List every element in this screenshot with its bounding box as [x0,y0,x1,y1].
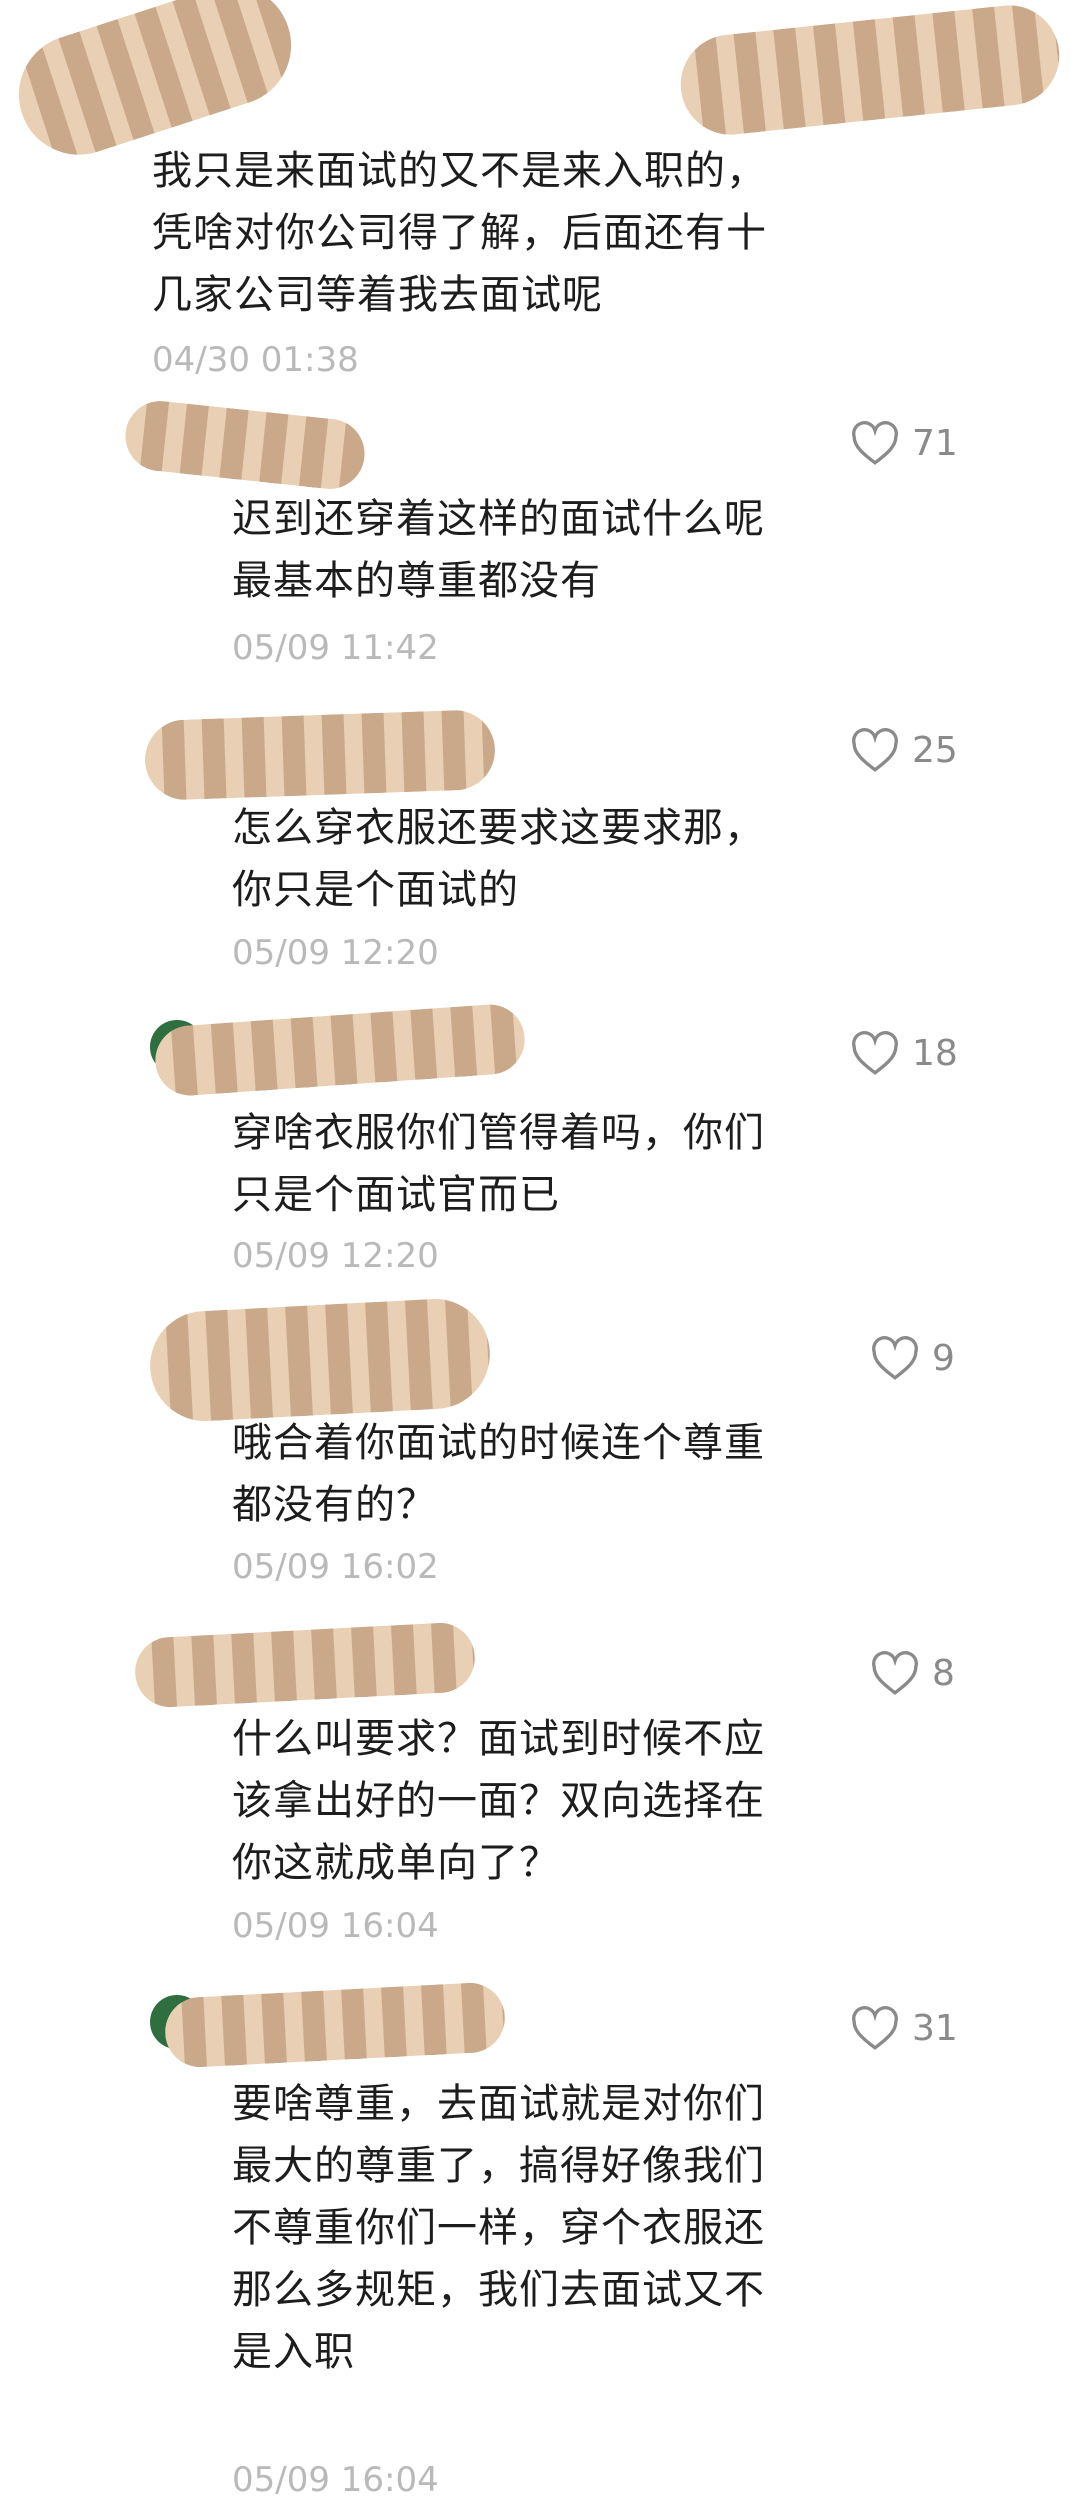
like-count: 25 [912,729,958,771]
comment-text: 迟到还穿着这样的面试什么呢 最基本的尊重都没有 [232,496,765,604]
comment-time: 05/09 12:20 [232,933,439,973]
list-item: 31 要啥尊重，去面试就是对你们 最大的尊重了，搞得好像我们 不尊重你们一样，穿… [0,1981,1080,2506]
comment-time: 05/09 16:04 [232,2460,439,2500]
redacted-username [121,397,369,493]
list-item: 8 什么叫要求？面试到时候不应 该拿出好的一面？双向选择在 你这就成单向了？ 0… [0,1620,1080,1990]
list-item: 71 迟到还穿着这样的面试什么呢 最基本的尊重都没有 05/09 11:42 [0,397,1080,700]
comment-text: 什么叫要求？面试到时候不应 该拿出好的一面？双向选择在 你这就成单向了？ [232,1716,765,1886]
heart-outline-icon [852,1031,898,1075]
like-count: 71 [912,422,958,464]
comment-time: 04/30 01:38 [152,340,359,380]
comment-text: 要啥尊重，去面试就是对你们 最大的尊重了，搞得好像我们 不尊重你们一样，穿个衣服… [232,2081,765,2375]
heart-outline-icon [872,1651,918,1695]
redacted-username [133,1621,477,1709]
like-count: 31 [912,2007,958,2049]
redacted-username [163,1981,507,2069]
list-item: 9 哦合着你面试的时候连个尊重 都没有的？ 05/09 16:02 [0,1295,1080,1595]
like-count: 9 [932,1337,955,1379]
like-button[interactable]: 18 [850,1030,958,1076]
heart-outline-icon [852,2006,898,2050]
heart-outline-icon [852,728,898,772]
list-item: 25 怎么穿衣服还要求这要求那， 你只是个面试的 05/09 12:20 [0,705,1080,1005]
redacted-username [153,1002,527,1098]
comment-text: 哦合着你面试的时候连个尊重 都没有的？ [232,1420,765,1528]
like-button[interactable]: 9 [870,1335,955,1381]
heart-outline-icon [872,1336,918,1380]
comment-time: 05/09 12:20 [232,1236,439,1276]
like-button[interactable]: 31 [850,2005,958,2051]
comment-text: 穿啥衣服你们管得着吗，你们 只是个面试官而已 [232,1110,765,1218]
top-comment: 我只是来面试的又不是来入职的， 凭啥对你公司得了解，后面还有十 几家公司等着我去… [0,0,1080,400]
redacted-username [147,1296,493,1424]
comment-time: 05/09 11:42 [232,628,439,668]
list-item: 18 穿啥衣服你们管得着吗，你们 只是个面试官而已 05/09 12:20 [0,1002,1080,1310]
redacted-username [675,0,1065,140]
comment-text: 我只是来面试的又不是来入职的， 凭啥对你公司得了解，后面还有十 几家公司等着我去… [152,148,767,318]
like-button[interactable]: 71 [850,420,958,466]
like-count: 8 [932,1652,955,1694]
like-button[interactable]: 8 [870,1650,955,1696]
comment-time: 05/09 16:04 [232,1906,439,1946]
like-button[interactable]: 25 [850,727,958,773]
heart-outline-icon [852,421,898,465]
comment-text: 怎么穿衣服还要求这要求那， 你只是个面试的 [232,805,765,913]
comment-time: 05/09 16:02 [232,1547,439,1587]
like-count: 18 [912,1032,958,1074]
redacted-username [143,708,497,802]
